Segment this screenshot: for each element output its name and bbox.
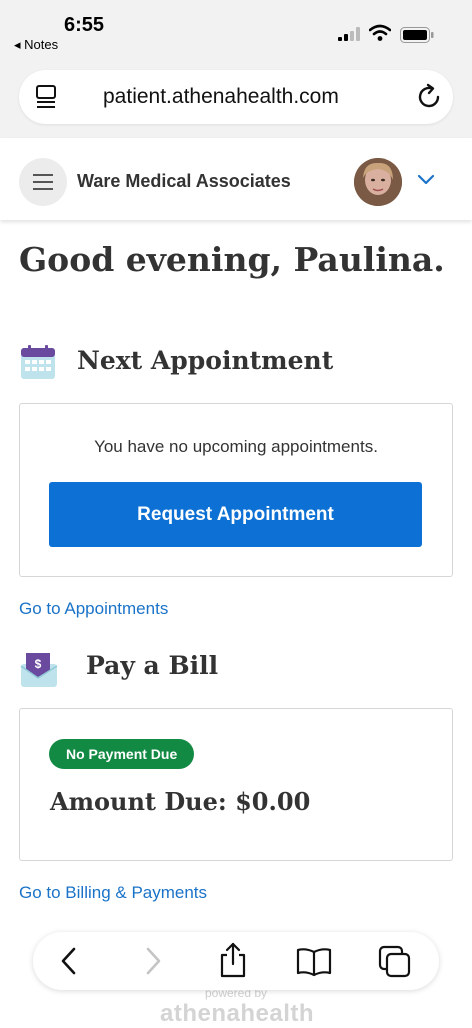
bill-envelope-icon: $ <box>20 653 58 687</box>
browser-address-area: patient.athenahealth.com <box>0 60 472 138</box>
pay-a-bill-title: Pay a Bill <box>86 651 219 680</box>
tabs-icon[interactable] <box>35 84 59 110</box>
bill-card: No Payment Due Amount Due: $0.00 <box>19 708 453 861</box>
forward-arrow-icon[interactable] <box>141 945 165 977</box>
wifi-icon <box>369 24 391 41</box>
app-header: Ware Medical Associates <box>0 138 472 220</box>
no-appointments-message: You have no upcoming appointments. <box>94 437 378 456</box>
share-icon[interactable] <box>218 942 248 978</box>
signal-icon <box>338 27 360 41</box>
url-text[interactable]: patient.athenahealth.com <box>103 85 339 109</box>
status-bar: 6:55 ◂ Notes <box>0 0 472 60</box>
go-to-appointments-link[interactable]: Go to Appointments <box>19 599 168 619</box>
practice-name: Ware Medical Associates <box>77 171 291 191</box>
next-appointment-title: Next Appointment <box>77 346 334 375</box>
calendar-icon <box>21 345 55 379</box>
back-arrow-icon[interactable] <box>57 945 81 977</box>
reload-icon[interactable] <box>417 83 443 111</box>
battery-icon <box>400 27 434 43</box>
avatar-image <box>354 158 402 206</box>
menu-icon <box>33 174 53 190</box>
status-time: 6:55 <box>64 14 105 36</box>
appointment-card: You have no upcoming appointments. Reque… <box>19 403 453 577</box>
svg-text:$: $ <box>35 657 42 671</box>
go-to-billing-link[interactable]: Go to Billing & Payments <box>19 883 207 903</box>
menu-button[interactable] <box>19 158 67 206</box>
greeting-heading: Good evening, Paulina. <box>19 240 445 279</box>
browser-toolbar <box>33 932 439 990</box>
chevron-down-icon[interactable] <box>416 174 436 186</box>
address-bar[interactable]: patient.athenahealth.com <box>19 70 453 124</box>
request-appointment-button[interactable]: Request Appointment <box>49 482 422 547</box>
tabs-overview-icon[interactable] <box>378 945 412 979</box>
avatar[interactable] <box>354 158 402 206</box>
back-to-notes-link[interactable]: ◂ Notes <box>14 37 58 53</box>
amount-due: Amount Due: $0.00 <box>50 787 311 816</box>
status-badge: No Payment Due <box>49 739 195 769</box>
bookmarks-icon[interactable] <box>296 947 332 977</box>
